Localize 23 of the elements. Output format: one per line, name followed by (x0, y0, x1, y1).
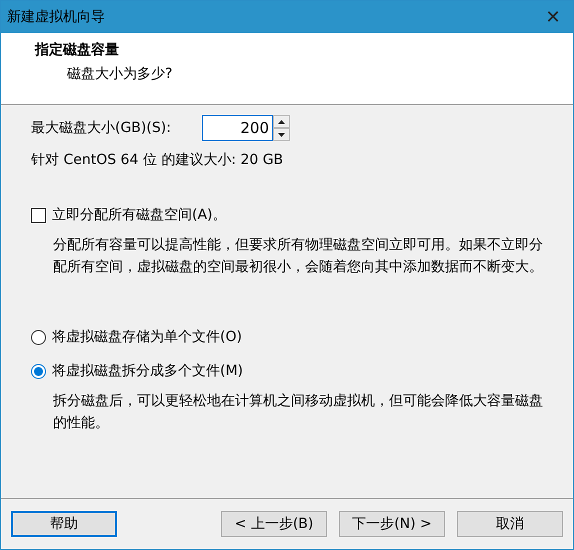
checkbox-label: 立即分配所有磁盘空间(A)。 (52, 206, 227, 224)
page-title: 指定磁盘容量 (35, 41, 119, 59)
radio-button[interactable] (31, 364, 46, 378)
spin-up-button[interactable] (273, 115, 290, 128)
recommendation-text: 针对 CentOS 64 位 的建议大小: 20 GB (31, 151, 284, 169)
up-arrow-icon (278, 120, 285, 124)
spin-down-button[interactable] (273, 128, 290, 141)
size-field[interactable]: 200 (202, 115, 273, 141)
down-arrow-icon (278, 132, 285, 136)
radio-label: 将虚拟磁盘存储为单个文件(O) (52, 328, 242, 346)
radio-label: 将虚拟磁盘拆分成多个文件(M) (52, 362, 244, 380)
description-text: 拆分磁盘后，可以更轻松地在计算机之间移动虚拟机，但可能会降低大容量磁盘的性能。 (53, 392, 544, 433)
cancel-button[interactable]: 取消 (457, 511, 563, 537)
close-button[interactable]: ✕ (533, 6, 573, 28)
checkbox[interactable] (31, 208, 46, 222)
window-title: 新建虚拟机向导 (7, 8, 105, 26)
next-button[interactable]: 下一步(N) > (339, 511, 445, 537)
help-button[interactable]: 帮助 (11, 511, 117, 537)
page-subtitle: 磁盘大小为多少? (67, 65, 172, 83)
radio-button[interactable] (31, 330, 46, 344)
description-text: 分配所有容量可以提高性能，但要求所有物理磁盘空间立即可用。如果不立即分配所有空间，虚拟磁盘的空间最初很小，会随着您向其中添加数据而不断变大。 (53, 236, 544, 277)
field-label: 最大磁盘大小(GB)(S): (31, 119, 172, 137)
back-button[interactable]: < 上一步(B) (221, 511, 327, 537)
